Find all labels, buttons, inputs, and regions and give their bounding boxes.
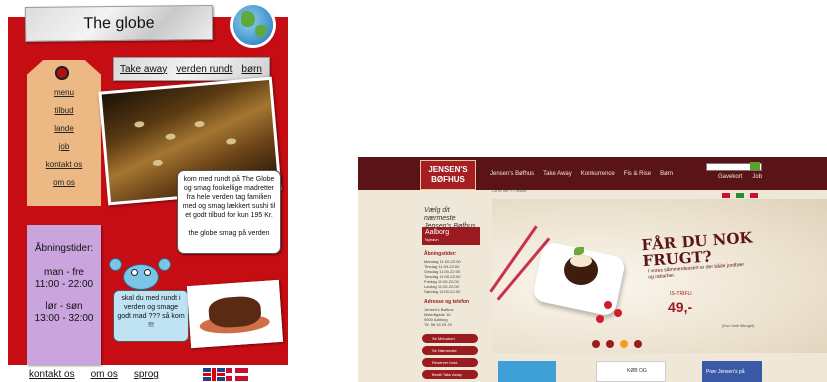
take-away-button[interactable]: Bestil Take Away	[422, 370, 478, 379]
nav-link-verden-rundt[interactable]: verden rundt	[176, 64, 232, 75]
hero-price-label: IS-TRIFLI	[670, 291, 692, 297]
location-selected: Aalborg	[425, 229, 450, 236]
crab-mascot-icon	[109, 258, 171, 294]
footer-link-sprog[interactable]: sprog	[134, 369, 159, 380]
de-flag-icon[interactable]	[722, 193, 730, 198]
hero-note: (Kun hele tilbuget)	[722, 323, 755, 328]
promo-text: kom med rundt på The Globe og smag fooke…	[182, 176, 276, 219]
nav-job[interactable]: Job	[752, 174, 762, 180]
hero-banner[interactable]: FÅR DU NOK FRUGT? I vores såmmerdessert …	[489, 199, 827, 353]
globe-land	[255, 25, 267, 37]
hours-title: Åbningstider:	[424, 251, 457, 257]
search-button[interactable]	[750, 162, 760, 170]
promo-card-kids[interactable]	[498, 361, 556, 382]
mint-leaf-icon	[574, 247, 584, 255]
nav-konkurrence[interactable]: Konkurrence	[581, 171, 615, 177]
hours-weekday-label: man - fre	[43, 267, 84, 278]
card-label: Prøv Jensen's på	[706, 369, 745, 375]
nav-jensens[interactable]: Jensen's Bøfhus	[490, 171, 534, 177]
globe-site-mockup: The globe Take away verden rundt børn me…	[5, 0, 290, 382]
strawberry-icon	[596, 315, 604, 323]
promo-card-try[interactable]: Prøv Jensen's på	[702, 361, 762, 382]
hero-price: 49,-	[668, 299, 693, 315]
footer-link-om-os[interactable]: om os	[91, 369, 118, 380]
flag-stripe	[226, 373, 248, 376]
promo-signature: the globe smag på verden	[188, 230, 270, 237]
menu-link-tilbud[interactable]: tilbud	[54, 106, 73, 115]
slider-dot[interactable]	[592, 340, 600, 348]
footer-link-kontakt-os[interactable]: kontakt os	[29, 369, 75, 380]
secondary-nav: Gavekort Job	[718, 174, 762, 180]
card-label: KØB OG	[627, 368, 647, 374]
menu-link-kontakt-os[interactable]: kontakt os	[46, 160, 82, 169]
strawberry-icon	[604, 301, 612, 309]
slider-dot[interactable]	[606, 340, 614, 348]
menu-link-menu[interactable]: menu	[54, 88, 74, 97]
hours-weekend-label: lør - søn	[45, 301, 83, 312]
site-title: The globe	[24, 5, 214, 42]
globe-land	[241, 11, 255, 27]
side-menu: menu tilbud lande job kontakt os om os	[27, 88, 101, 187]
flag-stripe	[212, 368, 216, 381]
crab-claw	[109, 258, 122, 271]
hours-weekend-time: 13:00 - 32:00	[34, 313, 94, 324]
food-detail	[134, 120, 145, 128]
promo-card-buy[interactable]: KØB OG	[596, 361, 666, 382]
nav-gavekort[interactable]: Gavekort	[718, 174, 742, 180]
menukort-button[interactable]: Se Menukort	[422, 334, 478, 343]
location-select[interactable]: Aalborg Nyhavn	[422, 227, 480, 245]
language-flags	[722, 193, 758, 198]
crab-claw	[158, 258, 171, 271]
jensens-site-screenshot: JENSEN'S BØFHUS Jensen's Bøfhus Take Awa…	[358, 157, 827, 382]
dk-flag-icon[interactable]	[750, 193, 758, 198]
food-detail	[165, 133, 176, 141]
slider-dot-active[interactable]	[620, 340, 628, 348]
location-sub: Nyhavn	[425, 237, 439, 242]
address-title: Adresse og telefon	[424, 299, 470, 305]
menu-link-om-os[interactable]: om os	[53, 178, 75, 187]
food-detail	[225, 137, 237, 145]
food-detail	[152, 159, 164, 167]
naermeste-button[interactable]: Se Nærmeste	[422, 346, 478, 355]
reserve-table-button[interactable]: Reserver bord	[422, 358, 478, 367]
nav-link-born[interactable]: børn	[241, 64, 262, 75]
globe-logo-icon[interactable]	[233, 5, 273, 45]
hours-title: Åbningstider:	[34, 243, 94, 254]
crab-eye	[131, 269, 138, 276]
crab-body	[123, 264, 159, 290]
jensens-logo[interactable]: JENSEN'S BØFHUS	[420, 160, 476, 190]
mascot-speech-bubble: skal du med rundt i verden og smage godt…	[113, 290, 189, 342]
top-nav: Take away verden rundt børn	[113, 57, 270, 81]
main-nav: Jensen's Bøfhus Take Away Konkurrence Fi…	[490, 171, 673, 177]
strawberry-icon	[614, 309, 622, 317]
slider-dots	[592, 340, 642, 348]
dessert-cream	[570, 255, 592, 267]
tag-hole-icon	[55, 66, 69, 80]
menu-link-lande[interactable]: lande	[54, 124, 74, 133]
nav-take-away[interactable]: Take Away	[543, 171, 572, 177]
food-photo-ribs	[186, 279, 284, 349]
se-flag-icon[interactable]	[736, 193, 744, 198]
breadcrumb: Du er her > Forside	[492, 188, 527, 193]
nav-link-take-away[interactable]: Take away	[120, 64, 167, 75]
sidebar: Vælg dit nærmeste Jensen's Bøfhus Aalbor…	[422, 207, 480, 382]
food-detail	[194, 120, 205, 128]
uk-flag-icon[interactable]	[203, 368, 225, 381]
slider-dot[interactable]	[634, 340, 642, 348]
promo-speech-box: kom med rundt på The Globe og smag fooke…	[177, 170, 281, 254]
menu-link-job[interactable]: job	[59, 142, 70, 151]
hours-weekday-time: 11:00 - 22:00	[34, 279, 94, 290]
nav-born[interactable]: Børn	[660, 171, 673, 177]
flag-stripe	[232, 368, 235, 381]
crab-eye	[144, 269, 151, 276]
footer-nav: kontakt os om os sprog	[29, 369, 159, 380]
danish-flag-icon[interactable]	[226, 368, 248, 381]
hours-row: Søndag 11:00-22:00	[424, 289, 461, 294]
opening-hours-box: Åbningstider: man - fre 11:00 - 22:00 lø…	[27, 225, 101, 365]
address-line: Tlf. 98 16 03 33	[424, 322, 452, 327]
nav-fis-rise[interactable]: Fis & Rise	[624, 171, 651, 177]
